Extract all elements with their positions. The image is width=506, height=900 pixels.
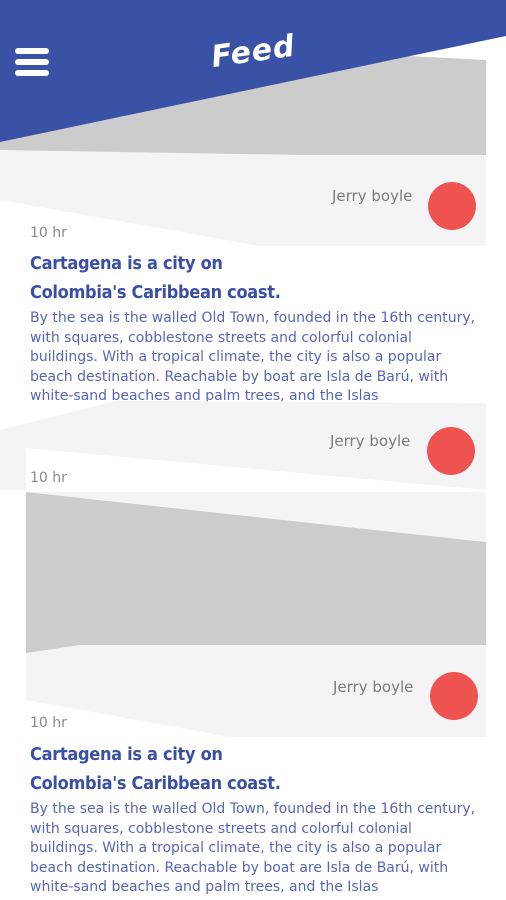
- post-headline[interactable]: Cartagena is a city on Colombia's Caribb…: [30, 740, 330, 798]
- post-headline[interactable]: Cartagena is a city on Colombia's Caribb…: [30, 249, 330, 307]
- author-avatar[interactable]: [428, 182, 476, 230]
- post-author: Jerry boyle: [333, 678, 414, 696]
- post-time: 10 hr: [30, 470, 67, 486]
- app-header: Feed: [0, 0, 506, 160]
- author-avatar[interactable]: [427, 427, 475, 475]
- post-author: Jerry boyle: [332, 187, 413, 205]
- feed-post[interactable]: Jerry boyle 10 hr Cartagena is a city on…: [0, 645, 506, 900]
- post-time: 10 hr: [30, 715, 67, 731]
- post-body: By the sea is the walled Old Town, found…: [30, 310, 476, 404]
- feed-post[interactable]: Jerry boyle 10 hr: [0, 400, 506, 660]
- post-headline-line1: Cartagena is a city on: [30, 253, 223, 274]
- post-headline-line1: Cartagena is a city on: [30, 744, 223, 765]
- hamburger-menu-icon[interactable]: [15, 48, 49, 80]
- post-author: Jerry boyle: [330, 432, 411, 450]
- post-headline-line2: Colombia's Caribbean coast.: [30, 282, 281, 303]
- post-time: 10 hr: [30, 225, 67, 241]
- author-avatar[interactable]: [430, 672, 478, 720]
- post-body: By the sea is the walled Old Town, found…: [30, 801, 476, 895]
- header-background: [0, 0, 506, 142]
- post-headline-line2: Colombia's Caribbean coast.: [30, 773, 281, 794]
